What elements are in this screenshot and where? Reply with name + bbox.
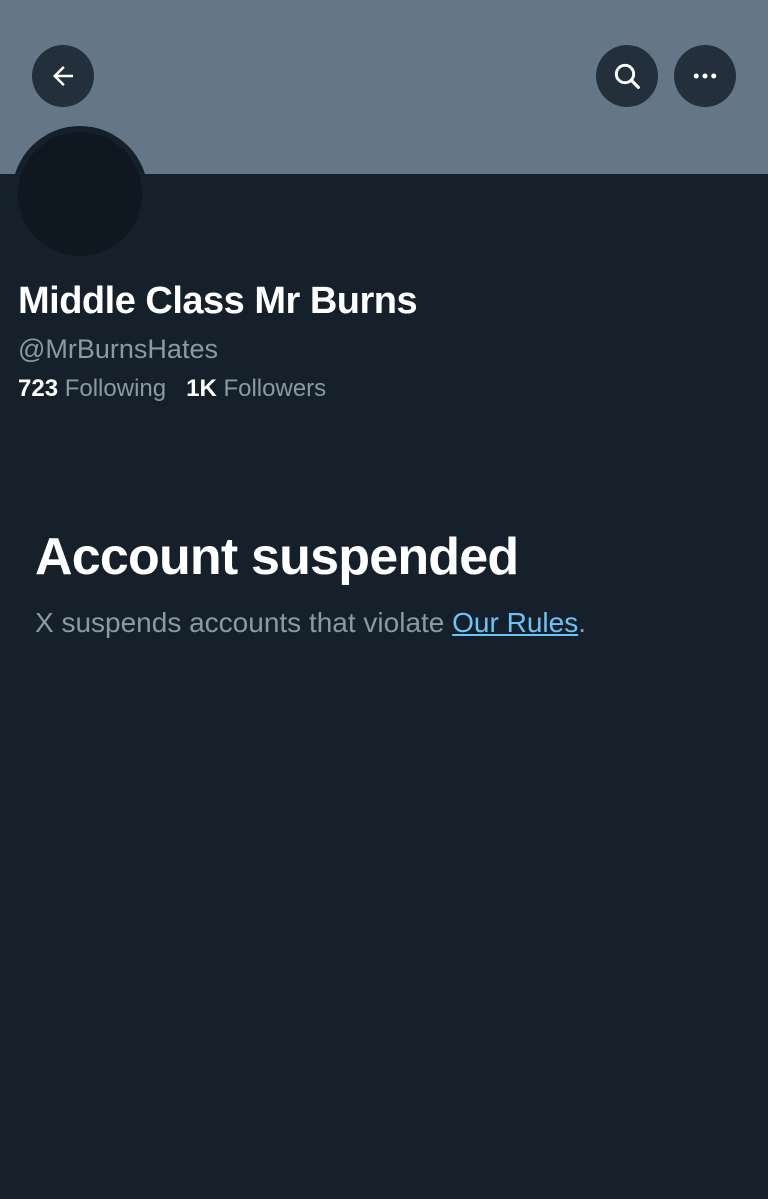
our-rules-link[interactable]: Our Rules [452,607,578,638]
follow-stats: 723 Following 1K Followers [18,375,326,403]
avatar[interactable] [18,132,142,256]
following-stat[interactable]: 723 Following [18,375,166,403]
profile-handle: @MrBurnsHates [18,334,218,364]
suspended-message: X suspends accounts that violate Our Rul… [35,607,586,639]
followers-stat[interactable]: 1K Followers [186,375,326,403]
followers-label: Followers [223,375,327,402]
search-button[interactable] [596,45,658,107]
more-horizontal-icon [693,73,717,79]
profile-name: Middle Class Mr Burns [18,280,418,322]
arrow-left-icon [53,66,73,86]
search-icon [614,63,640,89]
suspended-message-text: X suspends accounts that violate [35,607,453,638]
suspended-message-period: . [578,607,586,638]
suspended-title: Account suspended [35,528,519,586]
following-label: Following [64,375,167,402]
more-options-button[interactable] [674,45,736,107]
avatar-frame [12,126,148,262]
back-button[interactable] [32,45,94,107]
followers-count: 1K [186,375,217,402]
following-count: 723 [18,375,59,402]
